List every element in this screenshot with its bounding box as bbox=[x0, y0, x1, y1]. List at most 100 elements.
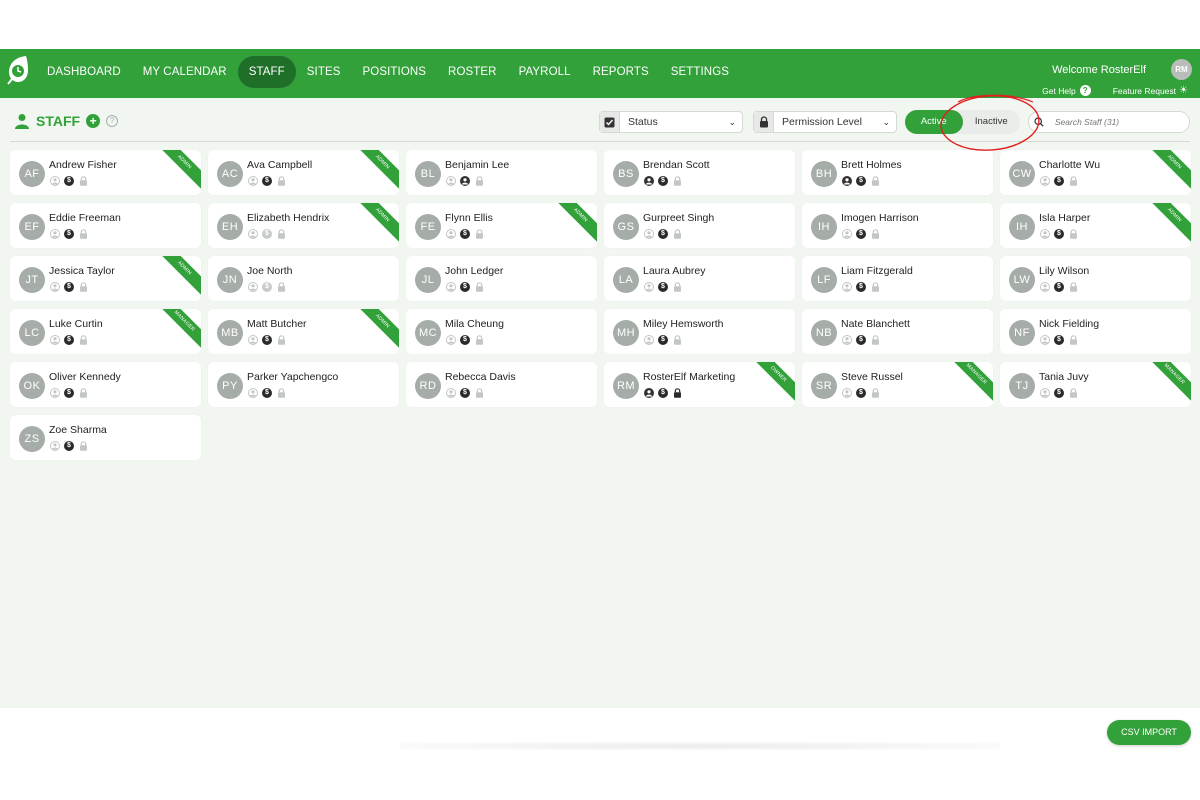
user-icon bbox=[644, 335, 654, 345]
nav-item-roster[interactable]: ROSTER bbox=[437, 56, 508, 88]
top-navigation-bar: DASHBOARD MY CALENDAR STAFF SITES POSITIONS R… bbox=[0, 49, 1200, 98]
lock-icon bbox=[672, 282, 682, 292]
nav-item-my-calendar[interactable]: MY CALENDAR bbox=[132, 56, 238, 88]
staff-card[interactable]: SR Steve Russel $ MANAGER bbox=[802, 362, 993, 407]
staff-status-icons: $ bbox=[248, 282, 290, 292]
staff-card[interactable]: OK Oliver Kennedy $ bbox=[10, 362, 201, 407]
lightbulb-icon[interactable]: ☀ bbox=[1179, 85, 1188, 96]
staff-card[interactable]: NB Nate Blanchett $ bbox=[802, 309, 993, 354]
user-icon bbox=[842, 229, 852, 239]
nav-item-payroll[interactable]: PAYROLL bbox=[508, 56, 582, 88]
staff-avatar: JN bbox=[217, 267, 243, 293]
user-icon bbox=[842, 335, 852, 345]
staff-name: Nate Blanchett bbox=[841, 318, 910, 330]
nav-item-sites[interactable]: SITES bbox=[296, 56, 352, 88]
dollar-icon: $ bbox=[658, 282, 668, 292]
staff-avatar: LF bbox=[811, 267, 837, 293]
staff-card[interactable]: MH Miley Hemsworth $ bbox=[604, 309, 795, 354]
staff-card[interactable]: EH Elizabeth Hendrix $ ADMIN bbox=[208, 203, 399, 248]
user-icon bbox=[644, 282, 654, 292]
staff-card-grid: AF Andrew Fisher $ ADMIN AC Ava Campbell $ ADMI… bbox=[10, 150, 1192, 470]
add-staff-button[interactable]: + bbox=[86, 114, 101, 128]
rosterelf-logo-icon[interactable] bbox=[6, 55, 30, 85]
user-icon bbox=[248, 229, 258, 239]
search-staff-input[interactable] bbox=[1054, 117, 1189, 127]
staff-card[interactable]: IH Imogen Harrison $ bbox=[802, 203, 993, 248]
nav-item-dashboard[interactable]: DASHBOARD bbox=[36, 56, 132, 88]
staff-card[interactable]: PY Parker Yapchengco $ bbox=[208, 362, 399, 407]
staff-status-icons: $ bbox=[1040, 229, 1082, 239]
staff-card[interactable]: NF Nick Fielding $ bbox=[1000, 309, 1191, 354]
staff-card[interactable]: CW Charlotte Wu $ ADMIN bbox=[1000, 150, 1191, 195]
user-icon bbox=[446, 229, 456, 239]
staff-card[interactable]: AF Andrew Fisher $ ADMIN bbox=[10, 150, 201, 195]
dollar-icon: $ bbox=[856, 335, 866, 345]
dollar-icon: $ bbox=[460, 388, 470, 398]
permission-level-select[interactable]: Permission Level ⌄ bbox=[753, 111, 897, 133]
help-question-icon[interactable]: ? bbox=[1079, 85, 1091, 96]
user-icon bbox=[644, 388, 654, 398]
lock-icon bbox=[474, 335, 484, 345]
staff-avatar: AC bbox=[217, 161, 243, 187]
staff-card[interactable]: TJ Tania Juvy $ MANAGER bbox=[1000, 362, 1191, 407]
staff-name: Gurpreet Singh bbox=[643, 212, 715, 224]
user-avatar[interactable]: RM bbox=[1171, 59, 1192, 80]
staff-card[interactable]: RD Rebecca Davis $ bbox=[406, 362, 597, 407]
staff-name: Joe North bbox=[247, 265, 293, 277]
lock-icon bbox=[1068, 388, 1078, 398]
staff-status-icons: $ bbox=[842, 388, 884, 398]
staff-status-icons: $ bbox=[446, 282, 488, 292]
staff-card[interactable]: JT Jessica Taylor $ ADMIN bbox=[10, 256, 201, 301]
staff-card[interactable]: GS Gurpreet Singh $ bbox=[604, 203, 795, 248]
nav-item-positions[interactable]: POSITIONS bbox=[352, 56, 438, 88]
staff-card[interactable]: LA Laura Aubrey $ bbox=[604, 256, 795, 301]
lock-icon bbox=[870, 335, 880, 345]
staff-card[interactable]: RM RosterElf Marketing $ OWNER bbox=[604, 362, 795, 407]
user-icon bbox=[1040, 335, 1050, 345]
active-inactive-toggle: Active Inactive bbox=[905, 110, 1020, 134]
user-icon bbox=[644, 229, 654, 239]
lock-icon bbox=[870, 229, 880, 239]
staff-card[interactable]: MB Matt Butcher $ ADMIN bbox=[208, 309, 399, 354]
staff-card[interactable]: MC Mila Cheung $ bbox=[406, 309, 597, 354]
staff-status-icons: $ bbox=[644, 282, 686, 292]
get-help-link[interactable]: Get Help bbox=[1042, 86, 1076, 96]
staff-name: Andrew Fisher bbox=[49, 159, 117, 171]
nav-item-settings[interactable]: SETTINGS bbox=[660, 56, 740, 88]
dollar-icon: $ bbox=[856, 229, 866, 239]
staff-name: Mila Cheung bbox=[445, 318, 504, 330]
lock-icon bbox=[1068, 176, 1078, 186]
staff-name: Luke Curtin bbox=[49, 318, 103, 330]
inactive-toggle-button[interactable]: Inactive bbox=[963, 110, 1021, 134]
staff-card[interactable]: BH Brett Holmes $ bbox=[802, 150, 993, 195]
staff-status-icons: $ bbox=[1040, 176, 1082, 186]
staff-card[interactable]: JN Joe North $ bbox=[208, 256, 399, 301]
app-window: DASHBOARD MY CALENDAR STAFF SITES POSITIONS R… bbox=[0, 0, 1200, 800]
staff-card[interactable]: FE Flynn Ellis $ ADMIN bbox=[406, 203, 597, 248]
user-icon bbox=[248, 388, 258, 398]
staff-card[interactable]: LC Luke Curtin $ MANAGER bbox=[10, 309, 201, 354]
feature-request-link[interactable]: Feature Request bbox=[1113, 86, 1176, 96]
staff-card[interactable]: ZS Zoe Sharma $ bbox=[10, 415, 201, 460]
main-nav: DASHBOARD MY CALENDAR STAFF SITES POSITIONS R… bbox=[36, 56, 740, 88]
staff-card[interactable]: AC Ava Campbell $ ADMIN bbox=[208, 150, 399, 195]
role-ribbon: ADMIN bbox=[1146, 203, 1191, 244]
staff-card[interactable]: LW Lily Wilson $ bbox=[1000, 256, 1191, 301]
user-icon bbox=[446, 335, 456, 345]
staff-avatar: RM bbox=[613, 373, 639, 399]
staff-card[interactable]: LF Liam Fitzgerald $ bbox=[802, 256, 993, 301]
staff-card[interactable]: BL Benjamin Lee bbox=[406, 150, 597, 195]
staff-card[interactable]: BS Brendan Scott $ bbox=[604, 150, 795, 195]
staff-card[interactable]: EF Eddie Freeman $ bbox=[10, 203, 201, 248]
staff-avatar: JL bbox=[415, 267, 441, 293]
nav-item-staff[interactable]: STAFF bbox=[237, 56, 296, 88]
main-content: STAFF + ? Status ⌄ Permission Level ⌄ Ac… bbox=[0, 98, 1200, 708]
help-icon[interactable]: ? bbox=[106, 115, 119, 127]
csv-import-button[interactable]: CSV IMPORT bbox=[1107, 720, 1191, 745]
staff-card[interactable]: IH Isla Harper $ ADMIN bbox=[1000, 203, 1191, 248]
staff-card[interactable]: JL John Ledger $ bbox=[406, 256, 597, 301]
staff-name: Tania Juvy bbox=[1039, 371, 1089, 383]
status-filter-select[interactable]: Status ⌄ bbox=[599, 111, 743, 133]
nav-item-reports[interactable]: REPORTS bbox=[582, 56, 660, 88]
active-toggle-button[interactable]: Active bbox=[905, 110, 963, 134]
